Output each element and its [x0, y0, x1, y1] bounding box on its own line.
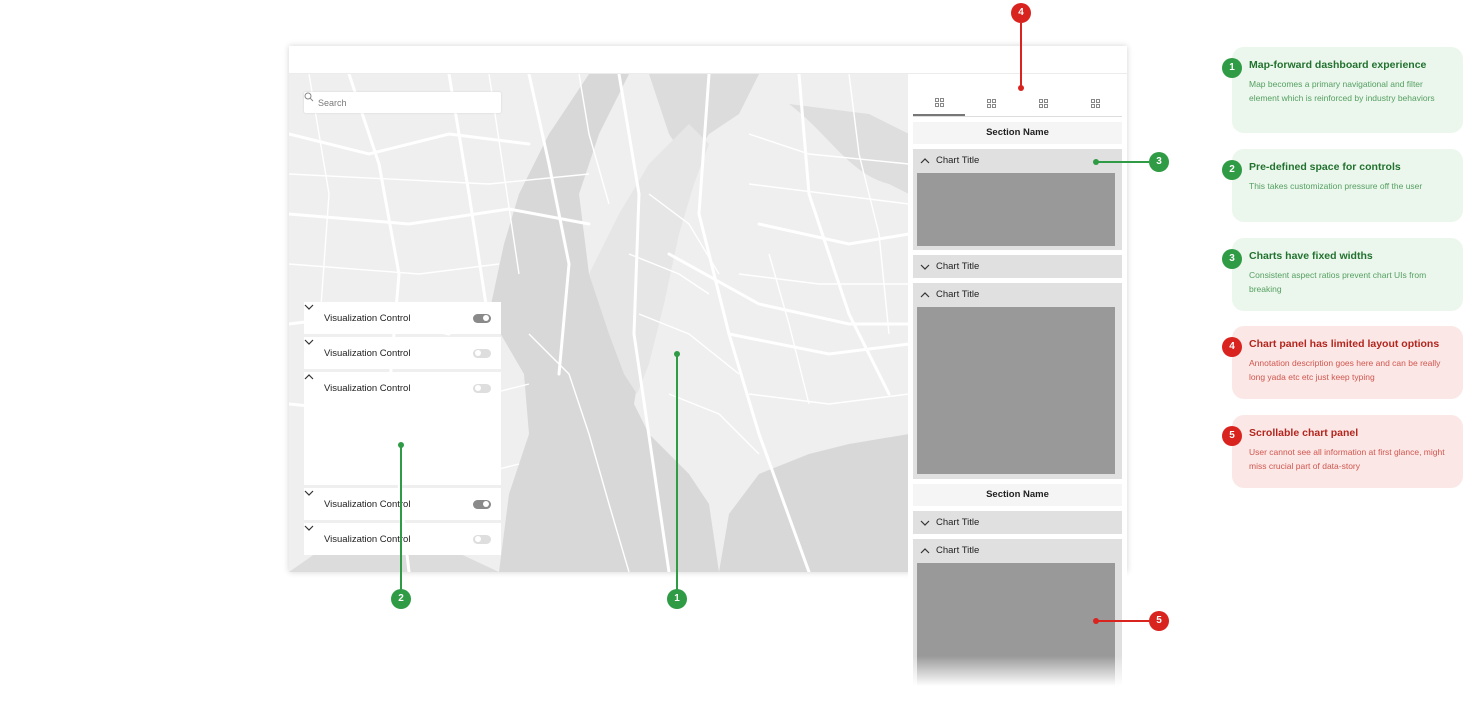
visualization-control-expanded[interactable]: Visualization Control: [304, 372, 501, 485]
marker-badge: 1: [667, 589, 687, 609]
annotation-card: 3 Charts have fixed widths Consistent as…: [1222, 238, 1463, 311]
tab-layout-4[interactable]: [1070, 90, 1122, 116]
chart-card[interactable]: Chart Title: [913, 149, 1122, 250]
annotated-mockup: Visualization Control Visualization Cont…: [0, 0, 1464, 716]
annotation-number: 3: [1222, 249, 1242, 269]
section-name: Section Name: [913, 484, 1122, 506]
visualization-control[interactable]: Visualization Control: [304, 337, 501, 369]
chevron-down-icon[interactable]: [304, 337, 314, 347]
marker-badge: 3: [1149, 152, 1169, 172]
annotation-card: 4 Chart panel has limited layout options…: [1222, 326, 1463, 399]
control-label: Visualization Control: [324, 312, 411, 324]
chart-title: Chart Title: [936, 545, 980, 556]
grid-icon: [1091, 98, 1101, 108]
annotation-title: Pre-defined space for controls: [1249, 161, 1401, 173]
annotation-number: 5: [1222, 426, 1242, 446]
marker-line: [1020, 23, 1022, 87]
marker-line: [1096, 161, 1149, 163]
toggle-switch[interactable]: [473, 313, 491, 323]
annotation-number: 1: [1222, 58, 1242, 78]
search-icon: [304, 92, 314, 102]
chart-card[interactable]: Chart Title: [913, 283, 1122, 479]
annotation-card: 1 Map-forward dashboard experience Map b…: [1222, 47, 1463, 133]
chevron-up-icon[interactable]: [920, 546, 930, 556]
annotation-description: Annotation description goes here and can…: [1249, 358, 1441, 382]
chevron-down-icon[interactable]: [920, 518, 930, 528]
chart-title: Chart Title: [936, 289, 980, 300]
visualization-control[interactable]: Visualization Control: [304, 488, 501, 520]
chart-placeholder: [917, 307, 1115, 474]
chart-title: Chart Title: [936, 155, 980, 166]
annotation-card: 2 Pre-defined space for controls This ta…: [1222, 149, 1463, 222]
scroll-fade: [908, 656, 1127, 686]
chevron-down-icon[interactable]: [304, 488, 314, 498]
marker-line: [400, 445, 402, 590]
control-label: Visualization Control: [324, 347, 411, 359]
chevron-down-icon[interactable]: [920, 262, 930, 272]
chevron-down-icon[interactable]: [304, 302, 314, 312]
annotation-number: 2: [1222, 160, 1242, 180]
annotation-title: Charts have fixed widths: [1249, 250, 1373, 262]
search-field[interactable]: [304, 92, 501, 113]
tab-layout-1[interactable]: [913, 90, 966, 116]
chevron-up-icon[interactable]: [920, 290, 930, 300]
annotation-title: Map-forward dashboard experience: [1249, 59, 1427, 71]
annotation-description: Map becomes a primary navigational and f…: [1249, 79, 1435, 103]
marker-badge: 4: [1011, 3, 1031, 23]
search-input[interactable]: [318, 97, 478, 108]
chart-title: Chart Title: [936, 517, 980, 528]
grid-icon: [1039, 98, 1049, 108]
marker-dot: [1018, 85, 1024, 91]
annotation-number: 4: [1222, 337, 1242, 357]
annotation-title: Scrollable chart panel: [1249, 427, 1359, 439]
annotation-description: Consistent aspect ratios prevent chart U…: [1249, 270, 1427, 294]
grid-icon: [934, 97, 944, 107]
visualization-control[interactable]: Visualization Control: [304, 523, 501, 555]
chart-panel[interactable]: Section Name Chart Title Chart Title Cha…: [908, 74, 1127, 686]
panel-tabs: [913, 90, 1122, 117]
chevron-down-icon[interactable]: [304, 523, 314, 533]
control-label: Visualization Control: [324, 498, 411, 510]
annotation-title: Chart panel has limited layout options: [1249, 338, 1440, 350]
toggle-switch[interactable]: [473, 383, 491, 393]
chart-placeholder: [917, 173, 1115, 246]
toggle-switch[interactable]: [473, 348, 491, 358]
map-view[interactable]: Visualization Control Visualization Cont…: [289, 74, 909, 572]
visualization-control[interactable]: Visualization Control: [304, 302, 501, 334]
marker-line: [1096, 620, 1149, 622]
chart-title: Chart Title: [936, 261, 980, 272]
annotation-description: User cannot see all information at first…: [1249, 447, 1445, 471]
toggle-switch[interactable]: [473, 534, 491, 544]
annotation-card: 5 Scrollable chart panel User cannot see…: [1222, 415, 1463, 488]
marker-line: [676, 354, 678, 590]
tab-layout-2[interactable]: [965, 90, 1017, 116]
chevron-up-icon[interactable]: [304, 372, 314, 382]
toggle-switch[interactable]: [473, 499, 491, 509]
grid-icon: [986, 98, 996, 108]
marker-badge: 2: [391, 589, 411, 609]
control-label: Visualization Control: [324, 382, 411, 394]
chevron-up-icon[interactable]: [920, 156, 930, 166]
chart-card-collapsed[interactable]: Chart Title: [913, 511, 1122, 534]
top-bar: [289, 46, 1127, 74]
marker-badge: 5: [1149, 611, 1169, 631]
annotation-description: This takes customization pressure off th…: [1249, 181, 1423, 191]
section-name: Section Name: [913, 122, 1122, 144]
chart-card-collapsed[interactable]: Chart Title: [913, 255, 1122, 278]
tab-layout-3[interactable]: [1018, 90, 1070, 116]
control-label: Visualization Control: [324, 533, 411, 545]
